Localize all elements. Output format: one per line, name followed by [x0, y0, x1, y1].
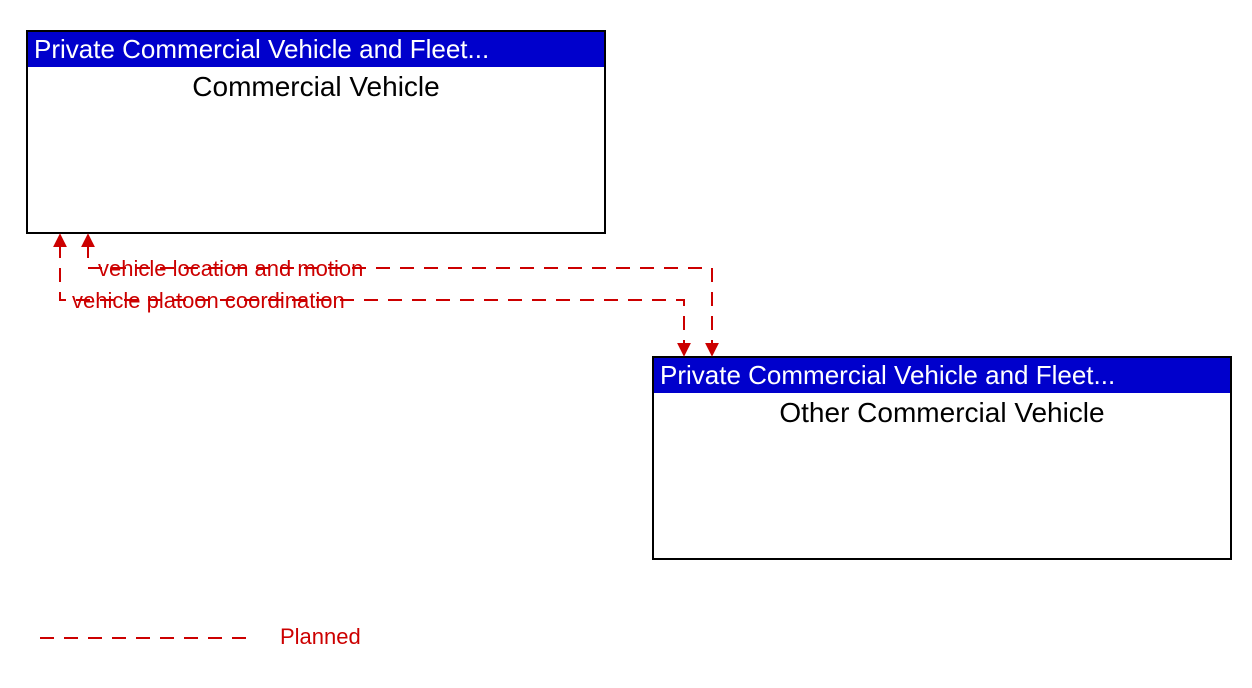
box-title-top: Commercial Vehicle	[28, 67, 604, 103]
box-header-bottom: Private Commercial Vehicle and Fleet...	[654, 358, 1230, 393]
legend-label-planned: Planned	[280, 624, 361, 650]
box-title-bottom: Other Commercial Vehicle	[654, 393, 1230, 429]
box-commercial-vehicle: Private Commercial Vehicle and Fleet... …	[26, 30, 606, 234]
box-header-top: Private Commercial Vehicle and Fleet...	[28, 32, 604, 67]
box-other-commercial-vehicle: Private Commercial Vehicle and Fleet... …	[652, 356, 1232, 560]
flow-label-vehicle-platoon: vehicle platoon coordination	[72, 288, 345, 314]
flow-label-vehicle-location: vehicle location and motion	[98, 256, 363, 282]
